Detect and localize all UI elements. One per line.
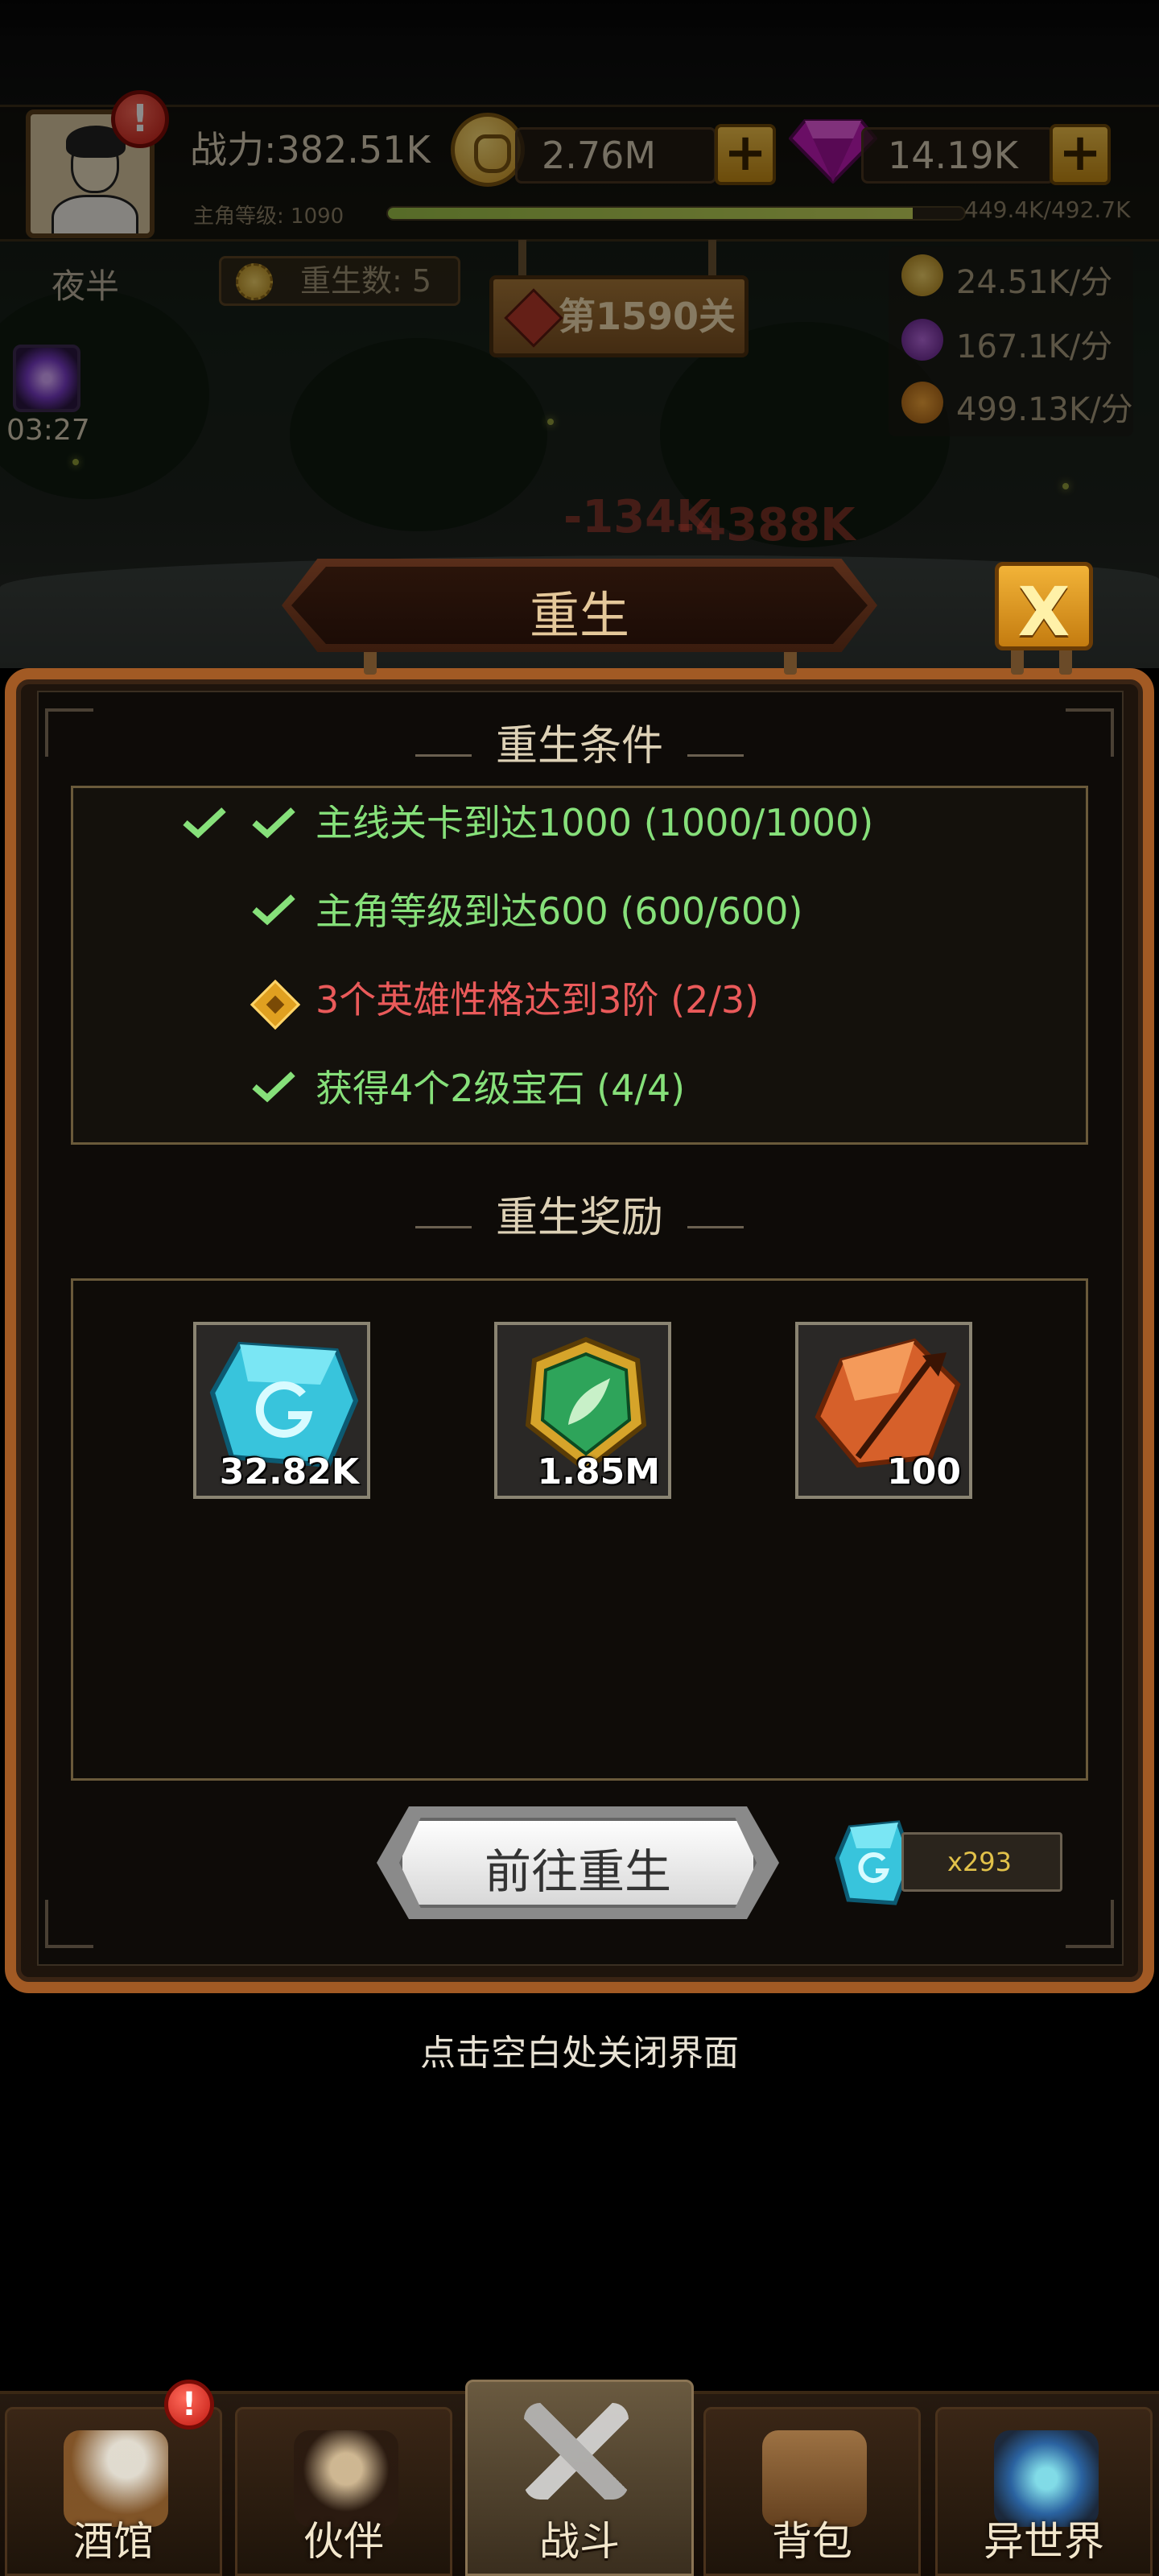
nav-tab-label: 战斗	[539, 2518, 620, 2565]
condition-item: 3个英雄性格达到3阶 (2/3)	[316, 978, 760, 1022]
nav-tab-label: 异世界	[984, 2518, 1104, 2565]
check-icon	[252, 894, 295, 926]
condition-item: 主角等级到达600 (600/600)	[316, 890, 803, 933]
condition-item: 获得4个2级宝石 (4/4)	[316, 1067, 686, 1110]
corner-ornament	[1066, 1900, 1114, 1948]
corner-ornament	[45, 1900, 93, 1948]
go-rebirth-button[interactable]: 前往重生	[377, 1806, 779, 1919]
nav-tab-label: 背包	[772, 2518, 852, 2565]
heading-ornament	[415, 741, 472, 757]
close-icon: X	[1017, 572, 1070, 651]
reward-quantity: 32.82K	[219, 1451, 359, 1492]
rewards-heading: 重生奖励	[0, 1183, 1159, 1244]
rebirth-cost: x293	[901, 1832, 1062, 1892]
reward-item[interactable]: 100	[795, 1322, 972, 1499]
heading-ornament	[687, 1212, 744, 1228]
heading-ornament	[415, 1212, 472, 1228]
rewards-heading-text: 重生奖励	[495, 1194, 663, 1242]
check-icon	[252, 807, 295, 839]
go-rebirth-label: 前往重生	[484, 1844, 671, 1899]
check-icon	[252, 1071, 295, 1103]
nav-tab-backpack[interactable]: 背包	[703, 2407, 921, 2576]
nav-tab-battle[interactable]: 战斗	[465, 2380, 694, 2576]
crossed-swords-icon	[524, 2403, 629, 2500]
dialog-title-banner: 重生	[282, 559, 877, 652]
nav-tab-partner[interactable]: 伙伴	[235, 2407, 452, 2576]
dialog-title: 重生	[529, 586, 629, 645]
reward-quantity: 100	[887, 1451, 961, 1492]
heading-ornament	[687, 741, 744, 757]
conditions-heading: 重生条件	[0, 712, 1159, 772]
close-hint: 点击空白处关闭界面	[420, 2033, 739, 2074]
tavern-alert-icon: !	[164, 2380, 214, 2429]
conditions-heading-text: 重生条件	[495, 722, 663, 770]
reward-item[interactable]: 32.82K	[193, 1322, 370, 1499]
nav-tab-otherworld[interactable]: 异世界	[935, 2407, 1153, 2576]
check-icon	[183, 807, 226, 839]
close-button[interactable]: X	[995, 562, 1093, 651]
nav-tab-label: 酒馆	[73, 2518, 154, 2565]
reward-item[interactable]: 1.85M	[494, 1322, 671, 1499]
reward-quantity: 1.85M	[537, 1451, 660, 1492]
nav-tab-label: 伙伴	[303, 2518, 384, 2565]
nav-tab-tavern[interactable]: 酒馆	[5, 2407, 222, 2576]
